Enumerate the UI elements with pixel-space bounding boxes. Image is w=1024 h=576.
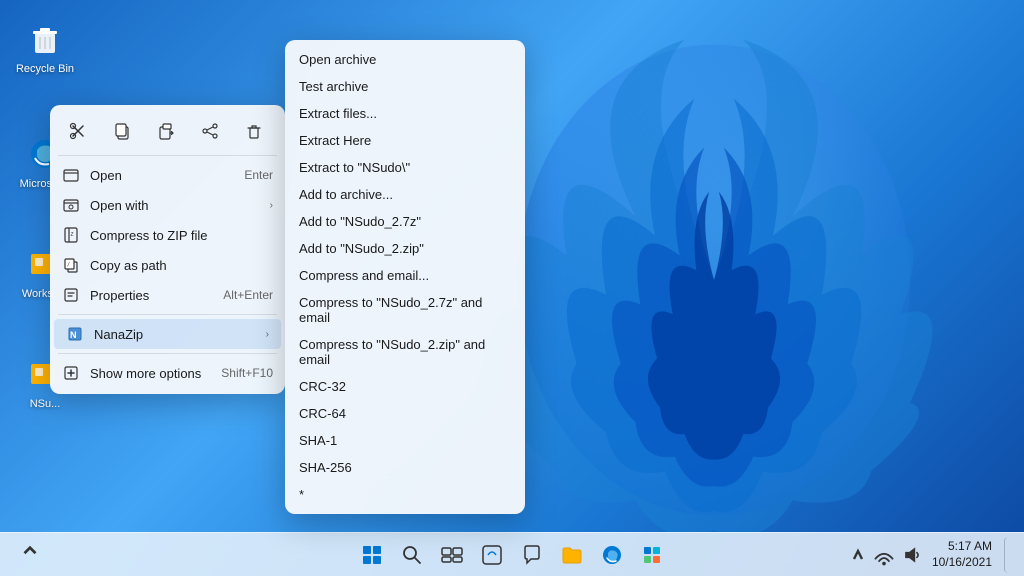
nsudo-label: NSu... [30,398,61,410]
svg-text:N: N [70,330,77,340]
file-explorer-button[interactable] [554,537,590,573]
open-archive-label: Open archive [299,52,376,67]
system-tray-expand[interactable] [12,537,48,573]
open-with-icon [62,196,80,214]
show-more-item[interactable]: Show more options Shift+F10 [50,358,285,388]
context-menu-left: Open Enter Open with › Z Compress to ZIP… [50,105,285,394]
cut-button[interactable] [62,115,94,147]
extract-here-label: Extract Here [299,133,371,148]
time-display: 5:17 AM [932,539,992,555]
properties-shortcut: Alt+Enter [223,288,273,302]
compress-7z-email-label: Compress to "NSudo_2.7z" and email [299,295,511,325]
add-zip-label: Add to "NSudo_2.zip" [299,241,424,256]
paste-shortcut-button[interactable] [150,115,182,147]
edge-taskbar-button[interactable] [594,537,630,573]
compress-zip-email-item[interactable]: Compress to "NSudo_2.zip" and email [285,331,525,373]
wallpaper-swirl [484,20,944,540]
context-menu-nanazip: Open archive Test archive Extract files.… [285,40,525,514]
taskbar-center-icons [354,537,670,573]
add-archive-item[interactable]: Add to archive... [285,181,525,208]
sha1-label: SHA-1 [299,433,337,448]
compress-zip-email-label: Compress to "NSudo_2.zip" and email [299,337,511,367]
copy-path-label: Copy as path [90,258,273,273]
copy-path-item[interactable]: / Copy as path [50,250,285,280]
nanazip-item[interactable]: N NanaZip › [54,319,281,349]
copy-path-icon: / [62,256,80,274]
divider-3 [58,353,277,354]
extract-files-item[interactable]: Extract files... [285,100,525,127]
test-archive-label: Test archive [299,79,368,94]
divider-1 [58,155,277,156]
compress-zip-label: Compress to ZIP file [90,228,273,243]
search-button[interactable] [394,537,430,573]
properties-label: Properties [90,288,213,303]
zip-icon: Z [62,226,80,244]
taskbar-right: 5:17 AM 10/16/2021 [848,537,1012,573]
store-button[interactable] [634,537,670,573]
clock-display[interactable]: 5:17 AM 10/16/2021 [932,539,992,570]
add-zip-item[interactable]: Add to "NSudo_2.zip" [285,235,525,262]
crc64-label: CRC-64 [299,406,346,421]
crc32-label: CRC-32 [299,379,346,394]
add-7z-label: Add to "NSudo_2.7z" [299,214,421,229]
add-7z-item[interactable]: Add to "NSudo_2.7z" [285,208,525,235]
tray-chevron[interactable] [848,537,868,573]
recycle-bin-icon[interactable]: Recycle Bin [10,15,80,79]
share-button[interactable] [194,115,226,147]
show-more-shortcut: Shift+F10 [221,366,273,380]
open-archive-item[interactable]: Open archive [285,46,525,73]
open-with-label: Open with [90,198,260,213]
volume-icon[interactable] [900,537,924,573]
open-item[interactable]: Open Enter [50,160,285,190]
chat-button[interactable] [514,537,550,573]
open-with-item[interactable]: Open with › [50,190,285,220]
sha256-item[interactable]: SHA-256 [285,454,525,481]
date-display: 10/16/2021 [932,555,992,571]
add-archive-label: Add to archive... [299,187,393,202]
copy-button[interactable] [106,115,138,147]
recycle-bin-label: Recycle Bin [16,63,74,75]
taskbar: 5:17 AM 10/16/2021 [0,532,1024,576]
extract-files-label: Extract files... [299,106,377,121]
nanazip-icon: N [66,325,84,343]
sha256-label: SHA-256 [299,460,352,475]
start-button[interactable] [354,537,390,573]
extract-here-item[interactable]: Extract Here [285,127,525,154]
nanazip-label: NanaZip [94,327,256,342]
extract-to-item[interactable]: Extract to "NSudo\" [285,154,525,181]
system-tray [848,537,924,573]
open-label: Open [90,168,234,183]
crc32-item[interactable]: CRC-32 [285,373,525,400]
compress-zip-item[interactable]: Z Compress to ZIP file [50,220,285,250]
network-icon[interactable] [872,537,896,573]
crc64-item[interactable]: CRC-64 [285,400,525,427]
star-item[interactable]: * [285,481,525,508]
compress-email-item[interactable]: Compress and email... [285,262,525,289]
context-actions-row [50,111,285,151]
divider-2 [58,314,277,315]
widgets-button[interactable] [474,537,510,573]
compress-7z-email-item[interactable]: Compress to "NSudo_2.7z" and email [285,289,525,331]
test-archive-item[interactable]: Test archive [285,73,525,100]
properties-item[interactable]: Properties Alt+Enter [50,280,285,310]
extract-to-label: Extract to "NSudo\" [299,160,410,175]
properties-icon [62,286,80,304]
open-icon [62,166,80,184]
svg-text:/: / [67,262,70,268]
star-label: * [299,487,304,502]
open-shortcut: Enter [244,168,273,182]
show-more-label: Show more options [90,366,211,381]
more-icon [62,364,80,382]
sha1-item[interactable]: SHA-1 [285,427,525,454]
delete-button[interactable] [238,115,270,147]
show-desktop-button[interactable] [1004,537,1012,573]
taskbar-left [12,537,48,573]
task-view-button[interactable] [434,537,470,573]
compress-email-label: Compress and email... [299,268,429,283]
svg-text:Z: Z [71,232,74,238]
